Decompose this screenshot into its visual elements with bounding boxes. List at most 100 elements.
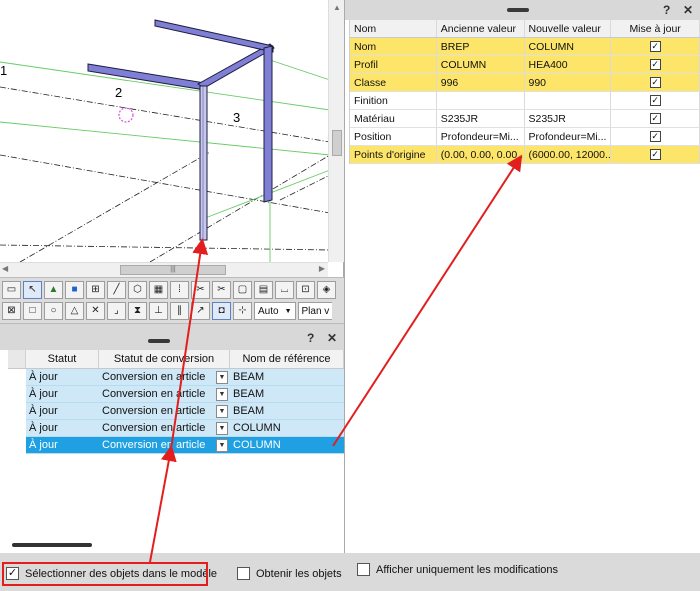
grid-dots-icon[interactable]: ⁞ xyxy=(170,281,189,299)
drag-grip-icon[interactable] xyxy=(148,339,170,343)
get-objects-checkbox[interactable] xyxy=(237,567,250,580)
chevron-down-icon[interactable]: ▼ xyxy=(216,404,228,418)
scroll-thumb[interactable] xyxy=(332,130,342,156)
scroll-right-arrow-icon[interactable]: ▶ xyxy=(319,264,325,273)
old-value: BREP xyxy=(437,38,525,55)
chevron-down-icon[interactable]: ▼ xyxy=(216,387,228,401)
table-row[interactable]: À jour Conversion en article ▼ BEAM xyxy=(26,369,344,386)
table-row[interactable]: Profil COLUMN HEA400 ✓ xyxy=(350,56,700,74)
snap-circle-icon[interactable]: ○ xyxy=(44,302,63,320)
cut-icon[interactable]: ✂ xyxy=(191,281,210,299)
snap-box-icon[interactable]: ⊠ xyxy=(2,302,21,320)
status-cell: À jour xyxy=(29,422,58,434)
view-mode-value: Auto xyxy=(258,305,279,317)
snap-parallel-icon[interactable]: ∥ xyxy=(170,302,189,320)
column-header-old-value[interactable]: Ancienne valeur xyxy=(437,20,525,37)
only-changes-label[interactable]: Afficher uniquement les modifications xyxy=(376,564,558,576)
scroll-up-arrow-icon[interactable]: ▲ xyxy=(333,3,341,12)
table-row[interactable]: À jour Conversion en article ▼ BEAM xyxy=(26,403,344,420)
conversion-cell[interactable]: Conversion en article ▼ xyxy=(99,403,230,419)
snap-corner-small-icon[interactable]: ⌟ xyxy=(107,302,126,320)
select-triangle-icon[interactable]: ▲ xyxy=(44,281,63,299)
view-mode-select[interactable]: Auto ▼ xyxy=(254,302,296,320)
snap-square-icon[interactable]: □ xyxy=(23,302,42,320)
model-viewport[interactable]: 1 2 3 xyxy=(0,0,344,277)
help-icon[interactable]: ? xyxy=(307,331,314,345)
update-checkbox[interactable]: ✓ xyxy=(649,77,661,88)
chevron-down-icon[interactable]: ▼ xyxy=(216,370,228,384)
update-checkbox[interactable]: ✓ xyxy=(649,113,661,124)
update-checkbox[interactable]: ✓ xyxy=(649,149,661,160)
drag-grip-icon[interactable] xyxy=(507,8,529,12)
viewport-vertical-scrollbar[interactable]: ▲ xyxy=(328,0,344,262)
get-objects-label[interactable]: Obtenir les objets xyxy=(256,568,342,580)
frame-icon[interactable]: ▢ xyxy=(233,281,252,299)
snap-target-icon[interactable]: ◘ xyxy=(212,302,231,320)
select-part-icon[interactable]: ⊞ xyxy=(86,281,105,299)
view-plane-select[interactable]: Plan v xyxy=(297,302,333,320)
table-row[interactable]: À jour Conversion en article ▼ COLUMN xyxy=(26,437,344,454)
grid-label-1: 1 xyxy=(0,63,7,78)
reference-cell: COLUMN xyxy=(233,422,281,434)
update-checkbox[interactable]: ✓ xyxy=(649,131,661,142)
close-icon[interactable]: ✕ xyxy=(683,3,693,17)
layout-icon[interactable]: ▭ xyxy=(2,281,21,299)
snap-hourglass-icon[interactable]: ⧗ xyxy=(128,302,147,320)
panel-icon[interactable]: ▤ xyxy=(254,281,273,299)
table-row[interactable]: Nom BREP COLUMN ✓ xyxy=(350,38,700,56)
only-changes-checkbox[interactable] xyxy=(357,563,370,576)
guide-line xyxy=(0,61,331,111)
cut-part-icon[interactable]: ✂ xyxy=(212,281,231,299)
column-header-update[interactable]: Mise à jour xyxy=(611,20,700,37)
get-objects-option[interactable]: Obtenir les objets xyxy=(237,567,342,580)
line-icon[interactable]: ╱ xyxy=(107,281,126,299)
update-checkbox[interactable]: ✓ xyxy=(649,41,661,52)
panel-titlebar[interactable]: ? ✕ xyxy=(0,324,344,350)
only-changes-option[interactable]: Afficher uniquement les modifications xyxy=(357,563,558,576)
snap-arrow-icon[interactable]: ↗ xyxy=(191,302,210,320)
select-square-icon[interactable]: ■ xyxy=(65,281,84,299)
chevron-down-icon[interactable]: ▼ xyxy=(216,438,228,452)
snap-free-icon[interactable]: ⊹ xyxy=(233,302,252,320)
close-icon[interactable]: ✕ xyxy=(327,331,337,345)
cube-icon[interactable]: ⬡ xyxy=(128,281,147,299)
column-header-status[interactable]: Statut xyxy=(26,350,99,368)
properties-panel: ? ✕ Nom Ancienne valeur Nouvelle valeur … xyxy=(344,0,700,553)
update-cell: ✓ xyxy=(611,38,700,55)
table-horizontal-scrollbar[interactable] xyxy=(8,541,338,549)
scroll-thumb[interactable]: ||| xyxy=(120,265,226,275)
panel-titlebar[interactable]: ? ✕ xyxy=(345,0,700,20)
update-checkbox[interactable]: ✓ xyxy=(649,59,661,70)
table-row[interactable]: Position Profondeur=Mi... Profondeur=Mi...… xyxy=(350,128,700,146)
scroll-thumb[interactable] xyxy=(12,543,92,547)
snap-perpendicular-icon[interactable]: ⊥ xyxy=(149,302,168,320)
table-row[interactable]: À jour Conversion en article ▼ COLUMN xyxy=(26,420,344,437)
conversion-cell[interactable]: Conversion en article ▼ xyxy=(99,369,230,385)
table-row[interactable]: Classe 996 990 ✓ xyxy=(350,74,700,92)
help-icon[interactable]: ? xyxy=(663,3,670,17)
table-row[interactable]: À jour Conversion en article ▼ BEAM xyxy=(26,386,344,403)
column-header-name[interactable]: Nom xyxy=(350,20,437,37)
property-name: Classe xyxy=(350,74,437,91)
scroll-left-arrow-icon[interactable]: ◀ xyxy=(2,264,8,273)
column-header-new-value[interactable]: Nouvelle valeur xyxy=(525,20,612,37)
snap-triangle-icon[interactable]: △ xyxy=(65,302,84,320)
snap-corner-icon[interactable]: ⊡ xyxy=(296,281,315,299)
table-row[interactable]: Finition ✓ xyxy=(350,92,700,110)
chevron-down-icon[interactable]: ▼ xyxy=(216,421,228,435)
snap-cross-icon[interactable]: ✕ xyxy=(86,302,105,320)
column-header-reference[interactable]: Nom de référence xyxy=(230,350,344,368)
conversion-cell[interactable]: Conversion en article ▼ xyxy=(99,420,230,436)
layers-icon[interactable]: ◈ xyxy=(317,281,336,299)
table-row[interactable]: Matériau S235JR S235JR ✓ xyxy=(350,110,700,128)
snap-icon[interactable]: ⌴ xyxy=(275,281,294,299)
grid-select-icon[interactable]: ▦ xyxy=(149,281,168,299)
column-header-conversion[interactable]: Statut de conversion xyxy=(99,350,230,368)
table-row[interactable]: Points d'origine (0.00, 0.00, 0.00... (600… xyxy=(350,146,700,164)
conversion-cell[interactable]: Conversion en article ▼ xyxy=(99,437,230,453)
property-name: Matériau xyxy=(350,110,437,127)
update-checkbox[interactable]: ✓ xyxy=(649,95,661,106)
conversion-cell[interactable]: Conversion en article ▼ xyxy=(99,386,230,402)
select-pointer-icon[interactable]: ↖ xyxy=(23,281,42,299)
viewport-horizontal-scrollbar[interactable]: ◀ ||| ▶ xyxy=(0,262,328,277)
